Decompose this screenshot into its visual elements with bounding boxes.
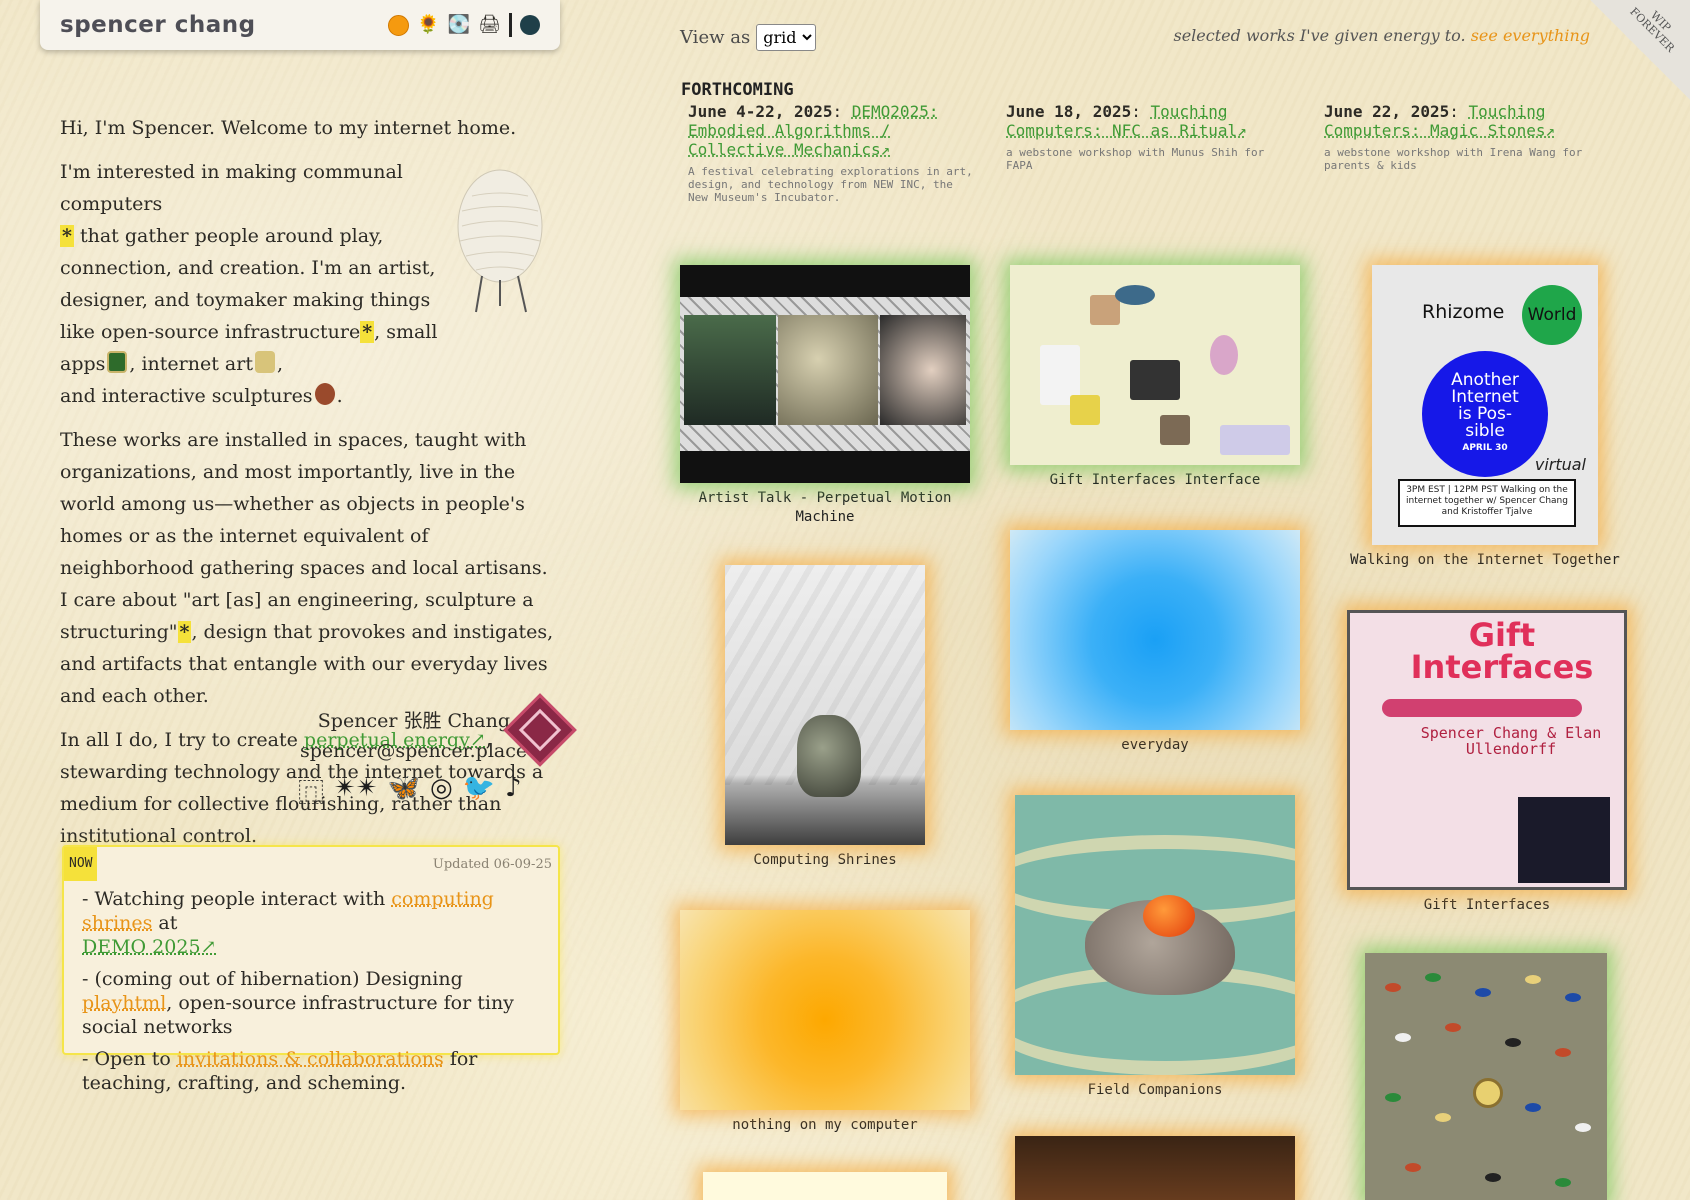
intro-interests: I'm interested in making communal comput… [60, 161, 438, 407]
work-title: everyday [1121, 737, 1189, 753]
work-thumbnail[interactable] [1010, 265, 1300, 465]
list-item: - (coming out of hibernation) Designing … [82, 968, 514, 1038]
view-select[interactable]: grid [756, 24, 817, 51]
work-thumbnail[interactable] [680, 265, 970, 483]
work-card[interactable] [1015, 1136, 1295, 1200]
sculpture-icon[interactable] [314, 383, 335, 405]
dark-dot-icon[interactable] [520, 15, 540, 35]
work-thumbnail[interactable] [1015, 795, 1295, 1075]
web-icon[interactable]: ⿵ [298, 773, 324, 810]
forthcoming-item: June 4-22, 2025: DEMO2025: Embodied Algo… [688, 102, 973, 204]
star-marker[interactable]: * [177, 621, 192, 643]
site-title[interactable]: spencer chang [60, 12, 256, 38]
work-card[interactable] [1365, 953, 1607, 1200]
header-card: spencer chang 🌻 💽 🖨 [40, 0, 560, 50]
see-everything-link[interactable]: see everything [1471, 26, 1590, 45]
intro-greeting: Hi, I'm Spencer. Welcome to my internet … [60, 117, 517, 139]
work-thumbnail[interactable] [680, 910, 970, 1110]
work-thumbnail[interactable] [1010, 530, 1300, 730]
social-links: ⿵ ✴✴ 🦋 ◎ 🐦 ♪ [298, 773, 522, 810]
work-card[interactable] [703, 1172, 947, 1200]
work-title: Gift Interfaces Interface [1049, 472, 1261, 488]
sunflower-icon[interactable]: 🌻 [417, 16, 439, 34]
now-box: NOW Updated 06-09-25 - Watching people i… [62, 845, 560, 1094]
work-card[interactable]: nothing on my computer [680, 910, 970, 1135]
signature-name: Spencer 张胜 Chang [317, 710, 510, 732]
view-as-label: View as [680, 27, 751, 48]
intro-practice: These works are installed in spaces, tau… [60, 429, 554, 707]
divider [509, 13, 512, 37]
now-list: - Watching people interact with computin… [82, 887, 540, 1095]
orange-dot-icon[interactable] [388, 14, 410, 36]
star-marker[interactable]: * [360, 321, 375, 343]
work-card[interactable]: Computing Shrines [725, 565, 925, 870]
work-card[interactable]: Rhizome World Another Internet is Pos- s… [1350, 265, 1620, 570]
small-app-icon[interactable] [107, 351, 128, 373]
list-item: - Open to invitations & collaborations f… [82, 1048, 478, 1094]
work-card[interactable]: Gift Interfaces Spencer Chang & Elan Ull… [1347, 610, 1627, 915]
twitter-icon[interactable]: 🐦 [463, 773, 495, 810]
work-card[interactable]: Field Companions [1015, 795, 1295, 1100]
work-title: Gift Interfaces [1423, 897, 1551, 913]
signature: Spencer 张胜 Chang spencer@spencer.place [300, 706, 527, 766]
star-marker[interactable]: * [60, 225, 74, 247]
demo-2025-link[interactable]: DEMO 2025↗ [82, 936, 216, 958]
playhtml-link[interactable]: playhtml [82, 992, 166, 1014]
are-na-icon[interactable]: ✴✴ [334, 773, 378, 810]
paper-lamp-icon[interactable] [452, 166, 548, 316]
header-icons: 🌻 💽 🖨 [388, 13, 540, 37]
forthcoming-title: FORTHCOMING [681, 80, 794, 100]
now-tag: NOW [64, 847, 98, 881]
now-updated: Updated 06-09-25 [432, 857, 552, 872]
work-title: Computing Shrines [753, 852, 897, 868]
work-card[interactable]: Gift Interfaces Interface [1010, 265, 1300, 490]
corner-ribbon: WIP FOREVER [1590, 0, 1690, 100]
invitations-link[interactable]: invitations & collaborations [177, 1048, 444, 1070]
work-thumbnail[interactable] [1365, 953, 1607, 1200]
work-card[interactable]: everyday [1010, 530, 1300, 755]
work-title: Walking on the Internet Together [1350, 552, 1620, 568]
bluesky-icon[interactable]: 🦋 [388, 773, 420, 810]
work-thumbnail[interactable]: Rhizome World Another Internet is Pos- s… [1372, 265, 1598, 545]
work-title: nothing on my computer [732, 1117, 918, 1133]
email-link[interactable]: spencer@spencer.place [300, 736, 527, 766]
work-thumbnail[interactable]: Gift Interfaces Spencer Chang & Elan Ull… [1347, 610, 1627, 890]
tiktok-icon[interactable]: ♪ [505, 773, 522, 810]
work-thumbnail[interactable] [1015, 1136, 1295, 1200]
tagline: selected works I've given energy to. see… [1173, 26, 1591, 45]
cd-icon[interactable]: 💽 [448, 16, 470, 34]
work-title: Field Companions [1087, 1082, 1223, 1098]
work-card[interactable]: Artist Talk - Perpetual Motion Machine [680, 265, 970, 527]
instagram-icon[interactable]: ◎ [430, 773, 453, 810]
list-item: - Watching people interact with computin… [82, 888, 494, 958]
work-thumbnail[interactable] [725, 565, 925, 845]
printer-icon[interactable]: 🖨 [478, 16, 501, 34]
work-title: Artist Talk - Perpetual Motion Machine [698, 490, 952, 525]
work-thumbnail[interactable] [703, 1172, 947, 1200]
forthcoming-item: June 18, 2025: Touching Computers: NFC a… [1006, 102, 1265, 172]
internet-art-icon[interactable] [254, 351, 275, 373]
forthcoming-item: June 22, 2025: Touching Computers: Magic… [1324, 102, 1583, 172]
view-as-control: View as grid [680, 24, 817, 51]
